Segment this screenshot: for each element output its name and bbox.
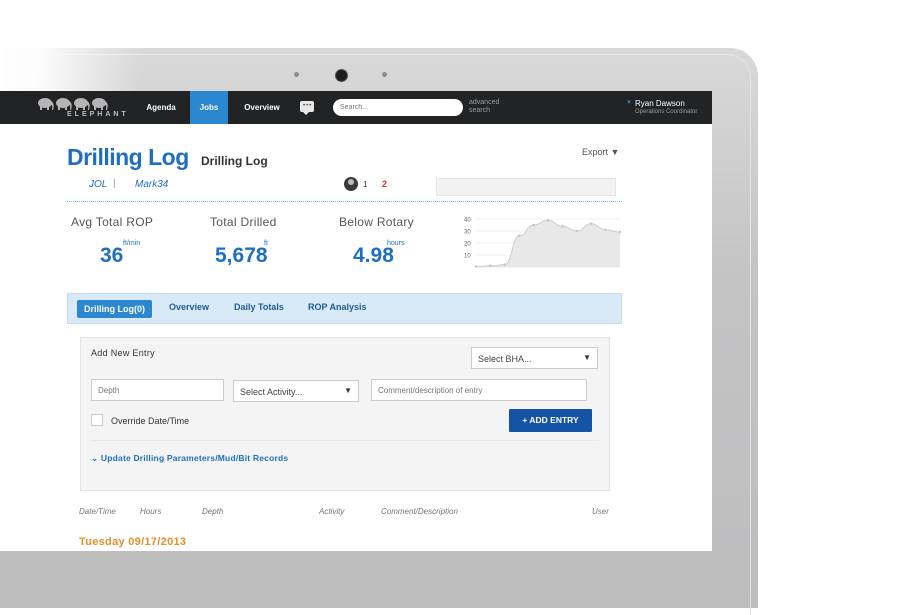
stat-unit-avg-rop: ft/min bbox=[123, 240, 141, 247]
sensor-dot bbox=[294, 72, 299, 77]
breadcrumb-rig[interactable]: Mark34 bbox=[135, 179, 168, 190]
logo-text: ELEPHANT bbox=[67, 111, 129, 118]
chart-point bbox=[589, 222, 593, 226]
export-menu[interactable]: Export ▼ bbox=[582, 147, 619, 157]
stat-value-avg-rop: 36 bbox=[100, 244, 124, 267]
add-entry-button[interactable]: + ADD ENTRY bbox=[509, 409, 592, 432]
nav-jobs[interactable]: Jobs bbox=[190, 91, 228, 124]
sensor-dot bbox=[382, 72, 387, 77]
column-header-datetime[interactable]: Date/Time bbox=[79, 507, 116, 516]
update-parameters-link[interactable]: ⌄ Update Drilling Parameters/Mud/Bit Rec… bbox=[91, 453, 288, 464]
stat-value-below-rotary: 4.98 bbox=[353, 244, 394, 267]
user-role: Operations Coordinator bbox=[635, 109, 698, 115]
stat-label-avg-rop: Avg Total ROP bbox=[71, 215, 154, 229]
add-entry-title: Add New Entry bbox=[91, 348, 155, 358]
chart-point bbox=[517, 234, 521, 238]
top-navigation: ELEPHANT Agenda Jobs Overview ••• advanc… bbox=[0, 91, 712, 124]
caret-down-icon: ▼ bbox=[344, 386, 352, 395]
override-datetime-label: Override Date/Time bbox=[111, 416, 190, 426]
column-header-hours[interactable]: Hours bbox=[140, 507, 161, 516]
chevron-down-icon: ⌄ bbox=[91, 453, 99, 463]
panel-divider bbox=[91, 440, 599, 441]
chevron-down-icon: ▼ bbox=[610, 147, 620, 157]
tab-drilling-log[interactable]: Drilling Log(0) bbox=[77, 300, 152, 318]
activity-select-value: Select Activity... bbox=[240, 387, 303, 397]
stat-value-total-drilled: 5,678 bbox=[215, 244, 268, 267]
search-input[interactable] bbox=[333, 99, 463, 116]
chart-point bbox=[604, 228, 607, 232]
caret-down-icon: ▼ bbox=[583, 353, 591, 362]
tab-daily-totals[interactable]: Daily Totals bbox=[234, 302, 284, 312]
header-field[interactable] bbox=[436, 178, 616, 196]
nav-overview[interactable]: Overview bbox=[238, 91, 286, 124]
bha-select[interactable]: Select BHA... ▼ bbox=[471, 347, 598, 369]
chart-y-tick-label: 40 bbox=[464, 218, 471, 224]
alert-count[interactable]: 2 bbox=[382, 179, 387, 189]
chart-point bbox=[474, 265, 478, 268]
override-datetime-checkbox[interactable] bbox=[91, 414, 103, 426]
nav-agenda[interactable]: Agenda bbox=[137, 91, 185, 124]
update-parameters-label: Update Drilling Parameters/Mud/Bit Recor… bbox=[100, 453, 289, 463]
chart-y-tick-label: 10 bbox=[464, 254, 471, 260]
bha-select-value: Select BHA... bbox=[478, 354, 532, 364]
advanced-search-link[interactable]: advanced search bbox=[469, 99, 499, 115]
elephant-logo-icon[interactable] bbox=[30, 93, 130, 123]
comment-input[interactable] bbox=[371, 379, 587, 401]
tab-overview[interactable]: Overview bbox=[169, 302, 209, 312]
page-title: Drilling Log bbox=[67, 144, 189, 170]
user-avatar-icon[interactable] bbox=[344, 177, 358, 191]
participant-count: 1 bbox=[363, 180, 368, 189]
chart-y-tick-label: 30 bbox=[464, 230, 471, 236]
column-header-depth[interactable]: Depth bbox=[202, 507, 223, 516]
stat-label-below-rotary: Below Rotary bbox=[339, 215, 414, 229]
chat-icon[interactable]: ••• bbox=[300, 101, 314, 115]
depth-input[interactable] bbox=[91, 379, 224, 401]
chart-point bbox=[532, 223, 535, 227]
column-header-user[interactable]: User bbox=[592, 507, 609, 516]
column-header-activity[interactable]: Activity bbox=[319, 507, 344, 516]
breadcrumb-separator: | bbox=[113, 178, 116, 189]
tab-rop-analysis[interactable]: ROP Analysis bbox=[308, 302, 367, 312]
chart-point bbox=[618, 230, 622, 234]
advanced-search-line2: search bbox=[469, 107, 491, 114]
tab-bar: Drilling Log(0) Overview Daily Totals RO… bbox=[67, 293, 622, 324]
chart-point bbox=[561, 224, 564, 228]
chart-point bbox=[575, 229, 579, 233]
page-subtitle: Drilling Log bbox=[201, 154, 268, 168]
rop-mini-chart: 40 30 20 10 bbox=[464, 218, 622, 268]
user-menu-caret-icon[interactable]: ▼ bbox=[626, 100, 632, 106]
user-name[interactable]: Ryan Dawson bbox=[635, 99, 685, 108]
camera-icon bbox=[335, 69, 348, 82]
chart-point bbox=[546, 218, 550, 222]
export-label: Export bbox=[582, 147, 609, 157]
activity-select[interactable]: Select Activity... ▼ bbox=[233, 380, 359, 402]
stat-label-total-drilled: Total Drilled bbox=[210, 215, 277, 229]
chart-y-tick-label: 20 bbox=[464, 242, 471, 248]
breadcrumb-job[interactable]: JOL bbox=[89, 179, 107, 190]
date-group-header: Tuesday 09/17/2013 bbox=[79, 536, 187, 548]
chart-point bbox=[503, 263, 507, 266]
advanced-search-line1: advanced bbox=[469, 99, 500, 106]
header-divider bbox=[67, 201, 622, 202]
app-screen: ELEPHANT Agenda Jobs Overview ••• advanc… bbox=[0, 91, 712, 551]
column-header-comment[interactable]: Comment/Description bbox=[381, 507, 458, 516]
